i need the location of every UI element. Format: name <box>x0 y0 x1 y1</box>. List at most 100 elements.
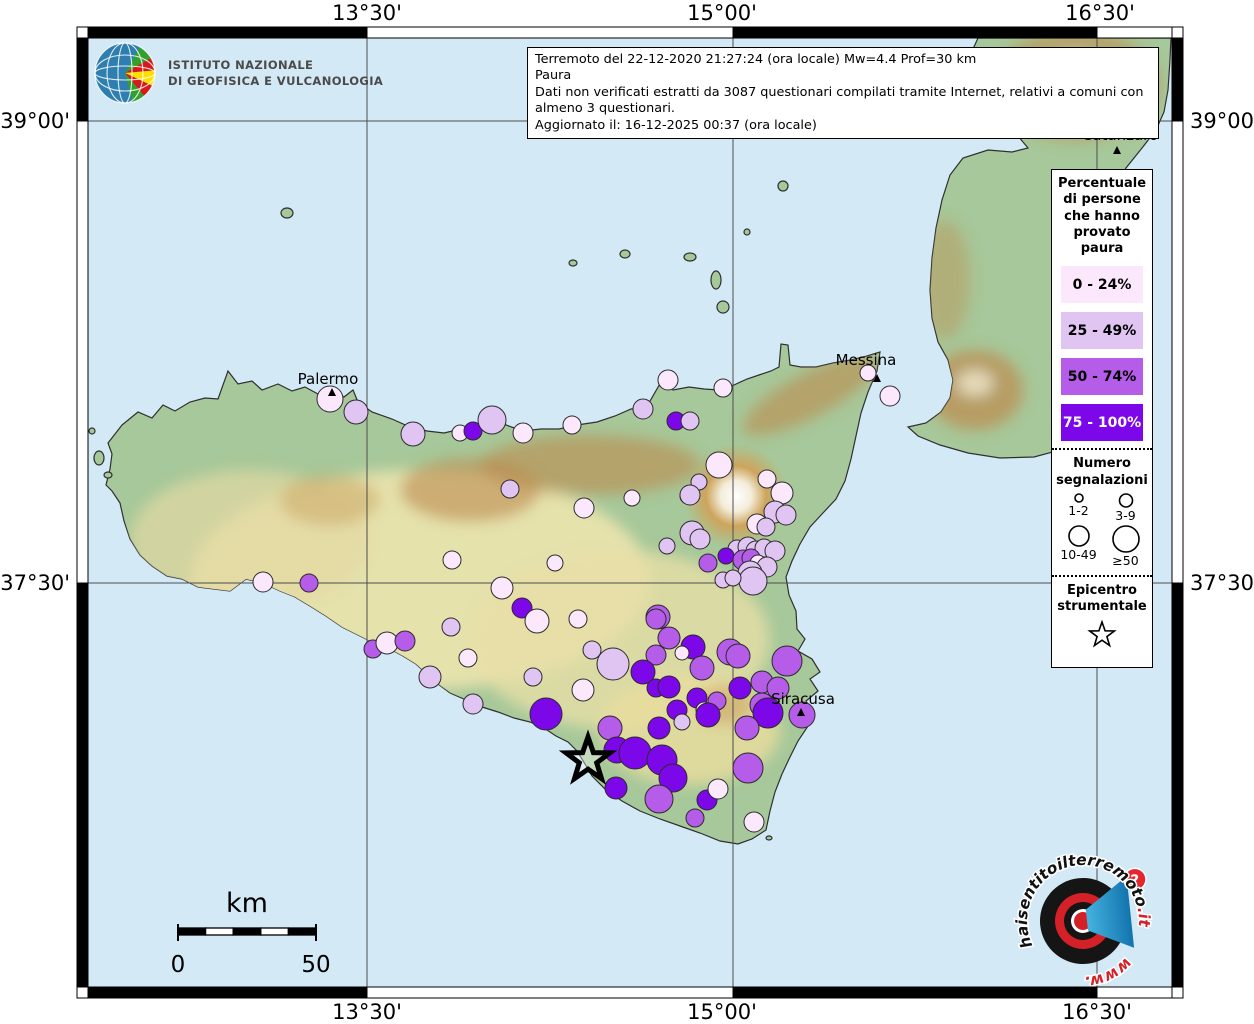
map-canvas: PalermoMessinaCatanzaroSiracusa ? haisen… <box>0 0 1254 1024</box>
felt-report-point <box>252 571 274 593</box>
felt-report-point <box>689 655 715 681</box>
legend-swatch: 50 - 74% <box>1061 358 1143 396</box>
axis-label-bottom: 16°30' <box>1062 1000 1132 1024</box>
legend-size-item: 3-9 <box>1102 491 1149 523</box>
island-egadi <box>93 450 105 466</box>
felt-report-point <box>441 617 461 637</box>
legend-pct-title: Percentuale di persone che hanno provato… <box>1057 176 1147 256</box>
felt-report-point <box>707 778 729 800</box>
axis-label-top: 13°30' <box>332 1 402 25</box>
felt-report-point <box>734 715 760 741</box>
felt-report-point <box>680 411 700 431</box>
felt-report-point <box>879 385 901 407</box>
axis-label-right: 39°00' <box>1190 109 1254 133</box>
legend-swatch: 25 - 49% <box>1061 312 1143 350</box>
felt-report-point <box>512 422 534 444</box>
axis-label-left: 39°00' <box>0 109 70 133</box>
event-title: Terremoto del 22-12-2020 21:27:24 (ora l… <box>535 52 977 67</box>
legend-swatch: 0 - 24% <box>1061 266 1143 304</box>
felt-report-point <box>698 553 718 573</box>
felt-report-point <box>571 678 595 702</box>
felt-report-point <box>647 716 671 740</box>
legend-size-item: ≥50 <box>1102 523 1149 568</box>
axis-label-top: 15°00' <box>687 1 757 25</box>
epicenter-star-icon <box>1087 619 1117 648</box>
felt-report-point <box>462 693 484 715</box>
axis-label-top: 16°30' <box>1065 1 1135 25</box>
felt-report-point <box>562 415 582 435</box>
felt-report-point <box>757 469 777 489</box>
scalebar-start: 0 <box>171 952 186 978</box>
island-filicudi <box>619 249 631 259</box>
felt-report-point <box>705 451 733 479</box>
felt-report-point <box>490 576 514 600</box>
island-stromboli <box>777 180 789 192</box>
city-label: Siracusa <box>771 690 835 708</box>
felt-report-point <box>632 398 654 420</box>
island-capo-passero <box>765 835 773 841</box>
felt-report-point <box>343 399 369 425</box>
axis-label-left: 37°30' <box>0 571 70 595</box>
ingv-logo-block: ISTITUTO NAZIONALE DI GEOFISICA E VULCAN… <box>94 42 383 104</box>
felt-report-point <box>418 665 442 689</box>
felt-report-point <box>316 385 344 413</box>
legend-size-item: 10-49 <box>1055 523 1102 568</box>
felt-report-point <box>645 608 667 630</box>
felt-report-point <box>657 369 679 391</box>
legend-count-title: Numero segnalazioni <box>1056 456 1148 488</box>
felt-report-point <box>582 640 602 660</box>
legend: Percentuale di persone che hanno provato… <box>1051 169 1153 669</box>
felt-report-point <box>728 676 752 700</box>
legend-swatch: 75 - 100% <box>1061 404 1143 442</box>
legend-color-classes: 0 - 24% 25 - 49% 50 - 74% 75 - 100% <box>1055 266 1149 442</box>
felt-report-point <box>657 675 681 699</box>
scalebar-end: 50 <box>301 952 330 978</box>
felt-report-point <box>299 573 319 593</box>
felt-report-point <box>604 776 628 800</box>
island-lipari <box>710 270 722 290</box>
ingv-org-name: ISTITUTO NAZIONALE DI GEOFISICA E VULCAN… <box>168 57 384 88</box>
felt-report-point <box>568 609 588 629</box>
felt-report-point <box>657 626 681 650</box>
axis-label-bottom: 15°00' <box>687 1000 757 1024</box>
felt-report-point <box>618 736 652 770</box>
scalebar-unit: km <box>226 888 268 919</box>
felt-report-point <box>674 645 690 661</box>
island-vulcano <box>716 300 730 314</box>
felt-report-point <box>500 479 520 499</box>
felt-report-point <box>442 550 462 570</box>
island-egadi <box>103 471 113 479</box>
felt-report-point <box>775 504 797 526</box>
felt-report-point <box>724 569 742 587</box>
felt-report-point <box>771 645 803 677</box>
felt-report-point <box>685 808 705 828</box>
felt-report-point <box>597 715 623 741</box>
felt-report-point <box>529 697 563 731</box>
island-egadi <box>88 427 96 435</box>
island-alicudi <box>568 259 578 267</box>
event-updated: Aggiornato il: 16-12-2025 00:37 (ora loc… <box>535 117 817 133</box>
felt-report-point <box>713 378 733 398</box>
felt-report-point <box>477 405 507 435</box>
legend-epicenter-title: Epicentro strumentale <box>1057 582 1147 614</box>
felt-report-point <box>458 648 478 668</box>
legend-size-classes: 1-2 3-9 10-49 ≥50 <box>1055 491 1149 568</box>
island-salina <box>683 252 697 262</box>
felt-report-point <box>523 667 543 687</box>
felt-report-point <box>689 528 711 550</box>
axis-label-right: 37°30' <box>1190 571 1254 595</box>
felt-report-point <box>738 566 768 596</box>
felt-report-point <box>524 608 550 634</box>
felt-report-point <box>546 554 564 572</box>
felt-report-point <box>573 497 595 519</box>
felt-report-point <box>717 547 735 565</box>
felt-report-point <box>644 784 674 814</box>
axis-label-bottom: 13°30' <box>332 1000 402 1024</box>
felt-report-point <box>658 537 676 555</box>
ingv-globe-icon <box>94 42 156 104</box>
felt-report-point <box>725 643 751 669</box>
island-ustica <box>280 207 294 219</box>
event-info-box: Terremoto del 22-12-2020 21:27:24 (ora l… <box>527 47 1159 139</box>
felt-report-point <box>400 421 426 447</box>
legend-size-item: 1-2 <box>1055 491 1102 523</box>
